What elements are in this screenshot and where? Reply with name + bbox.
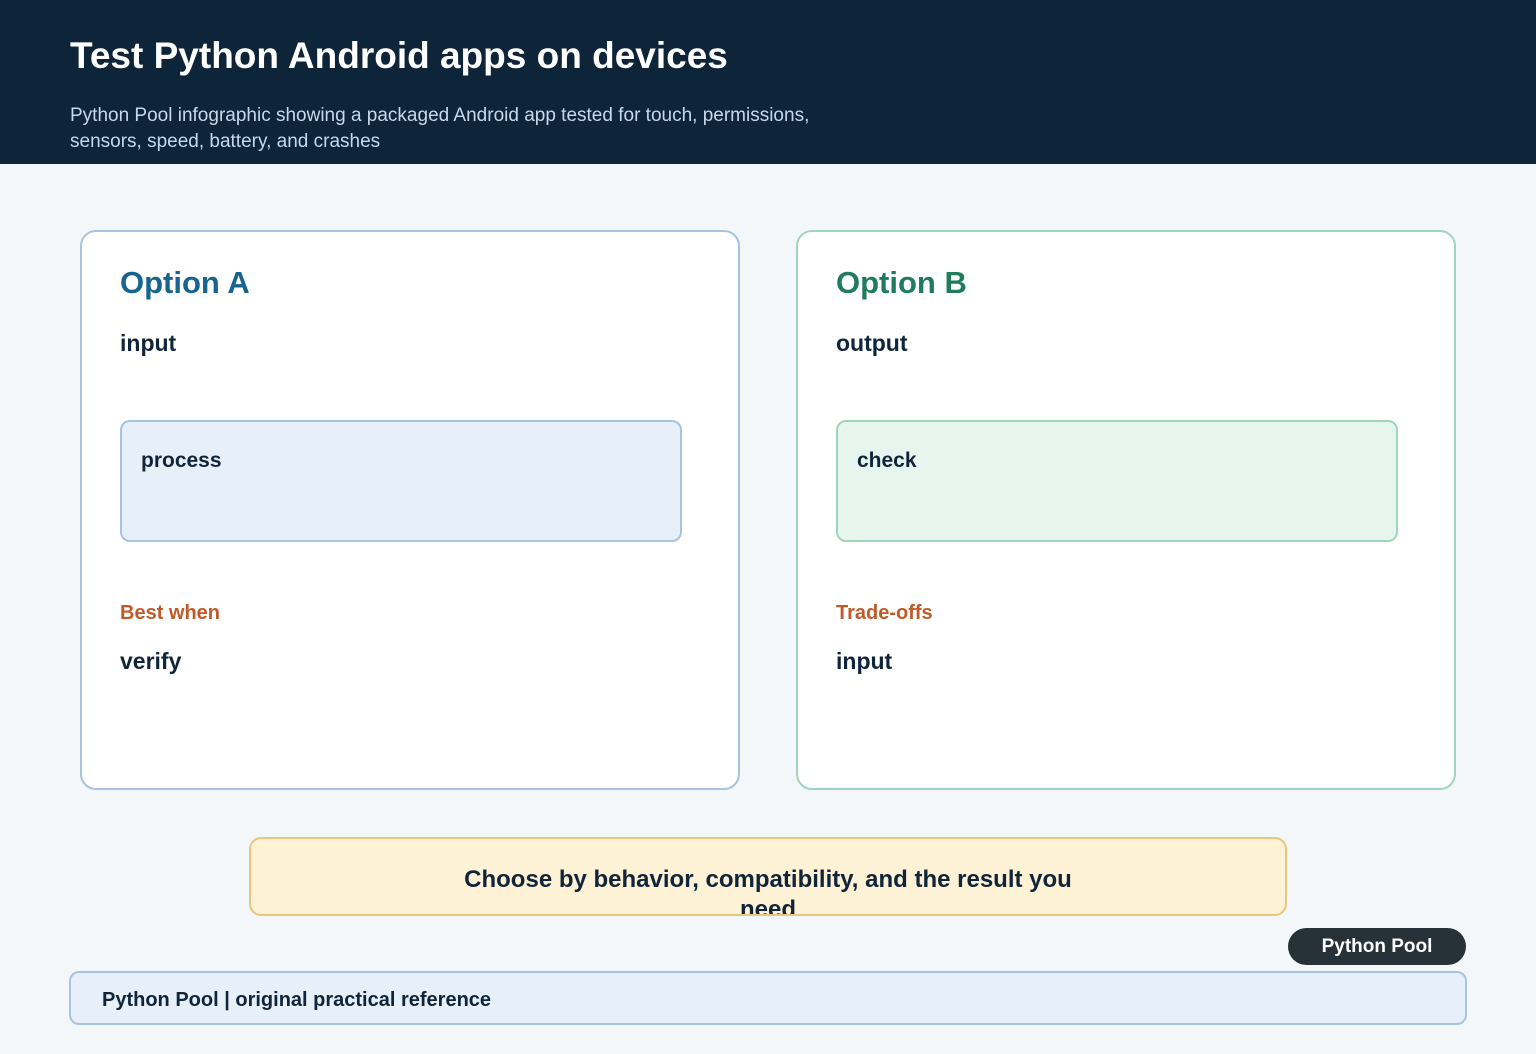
summary-callout: Choose by behavior, compatibility, and t…: [249, 837, 1287, 916]
summary-text: Choose by behavior, compatibility, and t…: [464, 866, 1072, 916]
brand-badge: Python Pool: [1288, 928, 1466, 965]
option-a-card: Option A input process Best when verify: [80, 230, 740, 790]
option-a-note-value: verify: [120, 648, 182, 674]
page-subtitle: Python Pool infographic showing a packag…: [70, 105, 810, 152]
header-banner: Test Python Android apps on devices Pyth…: [0, 0, 1536, 164]
option-b-note-label: Trade-offs: [836, 602, 933, 624]
option-b-note-value: input: [836, 648, 893, 674]
page-title: Test Python Android apps on devices: [70, 35, 728, 76]
option-b-lead: output: [836, 330, 908, 356]
option-b-title: Option B: [836, 265, 967, 300]
option-b-step-label: check: [857, 449, 917, 472]
option-b-card: Option B output check Trade-offs input: [796, 230, 1456, 790]
footer-bar: Python Pool | original practical referen…: [69, 971, 1467, 1025]
option-a-title: Option A: [120, 265, 250, 300]
option-a-step-box: process: [120, 420, 682, 542]
option-b-step-box: check: [836, 420, 1398, 542]
option-a-step-label: process: [141, 449, 222, 472]
infographic-page: Test Python Android apps on devices Pyth…: [0, 0, 1536, 1054]
option-a-lead: input: [120, 330, 177, 356]
footer-text: Python Pool | original practical referen…: [102, 989, 492, 1011]
option-a-note-label: Best when: [120, 602, 221, 624]
